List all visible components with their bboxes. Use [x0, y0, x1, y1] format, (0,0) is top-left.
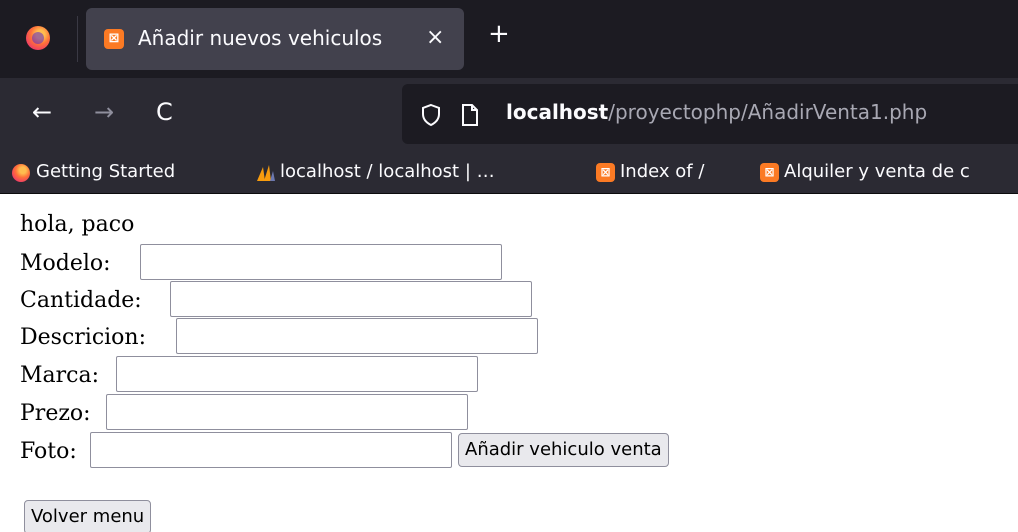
- url-path: /proyectophp/AñadirVenta1.php: [608, 100, 928, 124]
- bookmarks-toolbar: Getting Started localhost / localhost | …: [0, 152, 1018, 194]
- xampp-favicon-icon: ⊠: [104, 29, 124, 49]
- modelo-input[interactable]: [140, 244, 502, 280]
- prezo-label: Prezo:: [20, 401, 91, 426]
- foto-label: Foto:: [20, 439, 77, 464]
- descricion-input[interactable]: [176, 318, 538, 354]
- url-bar[interactable]: localhost/proyectophp/AñadirVenta1.php: [402, 84, 1018, 144]
- prezo-input[interactable]: [106, 394, 468, 430]
- marca-label: Marca:: [20, 363, 100, 388]
- cantidade-input[interactable]: [170, 281, 532, 317]
- bookmark-label: Getting Started: [36, 161, 176, 182]
- modelo-label: Modelo:: [20, 251, 111, 276]
- bookmark-label: Alquiler y venta de c: [784, 161, 970, 182]
- tab-close-icon[interactable]: ×: [426, 25, 444, 50]
- form-row-foto: Foto: Añadir vehiculo venta: [20, 432, 720, 468]
- navigation-toolbar: ← → C localhost/proyectophp/AñadirVenta1…: [0, 78, 1018, 152]
- firefox-icon: [12, 164, 30, 182]
- tracking-shield-icon[interactable]: [420, 103, 442, 127]
- greeting-text: hola, paco: [20, 212, 135, 237]
- firefox-menu-icon[interactable]: [26, 26, 50, 50]
- tab-separator: [77, 16, 78, 62]
- page-content: hola, paco Modelo: Cantidade: Descricion…: [0, 194, 1018, 532]
- page-info-icon[interactable]: [460, 103, 480, 127]
- bookmark-label: localhost / localhost | …: [280, 161, 495, 182]
- tab-title: Añadir nuevos vehiculos: [138, 26, 383, 50]
- forward-button[interactable]: →: [94, 98, 114, 126]
- marca-input[interactable]: [116, 356, 478, 392]
- back-button[interactable]: ←: [32, 98, 52, 126]
- url-host: localhost: [506, 100, 609, 124]
- xampp-icon: ⊠: [760, 163, 779, 182]
- phpmyadmin-icon: [257, 165, 275, 181]
- descricion-label: Descricion:: [20, 325, 147, 350]
- back-to-menu-button[interactable]: Volver menu: [24, 500, 152, 532]
- tab-strip: ⊠ Añadir nuevos vehiculos × +: [0, 0, 1018, 78]
- new-tab-button[interactable]: +: [488, 19, 510, 49]
- tab-active[interactable]: ⊠ Añadir nuevos vehiculos ×: [86, 8, 464, 70]
- url-text[interactable]: localhost/proyectophp/AñadirVenta1.php: [506, 100, 927, 124]
- add-vehicle-button[interactable]: Añadir vehiculo venta: [458, 433, 669, 467]
- xampp-icon: ⊠: [596, 163, 615, 182]
- foto-input[interactable]: [90, 432, 452, 468]
- cantidade-label: Cantidade:: [20, 288, 142, 313]
- bookmark-label: Index of /: [620, 161, 705, 182]
- reload-button[interactable]: C: [156, 98, 173, 126]
